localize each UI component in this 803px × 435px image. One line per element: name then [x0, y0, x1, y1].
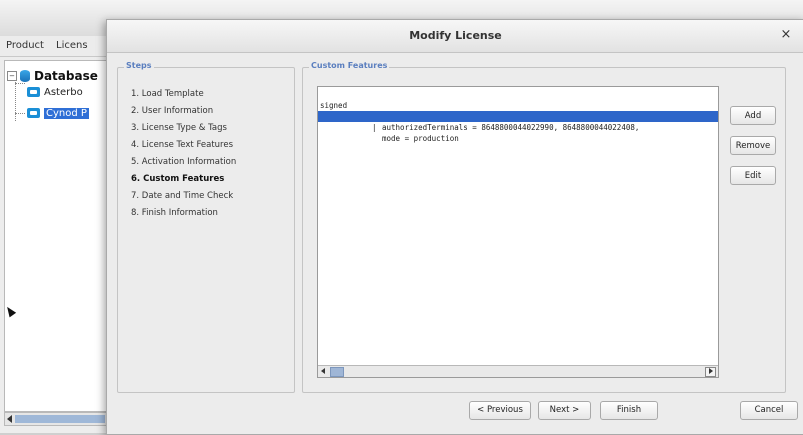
previous-button[interactable]: < Previous [469, 401, 531, 420]
edit-button[interactable]: Edit [730, 166, 776, 185]
steps-panel: Steps 1. Load Template 2. User Informati… [117, 61, 295, 393]
tree-node-asterbo[interactable]: Asterbo [27, 85, 83, 99]
step-item: 1. Load Template [131, 89, 204, 99]
step-item: 2. User Information [131, 106, 214, 116]
custom-features-panel: Custom Features signed | authorizedTermi… [302, 61, 786, 393]
tree-horizontal-scrollbar[interactable] [4, 412, 110, 426]
tree-connector [15, 113, 25, 114]
step-item: 8. Finish Information [131, 208, 218, 218]
cancel-button[interactable]: Cancel [740, 401, 798, 420]
step-item: 3. License Type & Tags [131, 123, 227, 133]
tree-node-label: Database [34, 69, 98, 83]
dialog-title: Modify License [409, 29, 502, 42]
tree-node-label: Cynod P [44, 107, 89, 119]
scroll-thumb[interactable] [330, 367, 344, 377]
license-tree[interactable]: − Database Asterbo Cynod P [4, 60, 110, 412]
database-icon [20, 70, 30, 82]
list-item-selected[interactable]: signed | nbTerm = 300 [318, 111, 718, 154]
scroll-thumb[interactable] [15, 415, 105, 423]
finish-button[interactable]: Finish [600, 401, 658, 420]
modify-license-dialog: Modify License × Steps 1. Load Template … [106, 19, 803, 435]
collapse-icon[interactable]: − [7, 71, 17, 81]
step-item: 4. License Text Features [131, 140, 233, 150]
menu-license[interactable]: Licens [56, 40, 88, 51]
list-item[interactable]: signed | mode = production [318, 100, 718, 143]
menu-product[interactable]: Product [6, 40, 44, 51]
scroll-right-icon[interactable] [709, 368, 713, 374]
dialog-titlebar[interactable]: Modify License × [107, 20, 803, 53]
feature-separator: | [372, 123, 377, 132]
step-item-active: 6. Custom Features [131, 174, 225, 184]
feature-value: authorizedTerminals = 8648800044022990, … [382, 123, 640, 132]
product-icon [27, 87, 40, 97]
feature-value: mode = production [382, 134, 459, 143]
list-item[interactable]: signed | authorizedTerminals = 864880004… [318, 89, 718, 132]
close-icon[interactable]: × [778, 27, 794, 43]
custom-features-list[interactable]: signed | authorizedTerminals = 864880004… [317, 86, 719, 378]
step-item: 7. Date and Time Check [131, 191, 234, 201]
next-button[interactable]: Next > [538, 401, 591, 420]
steps-legend: Steps [124, 61, 154, 70]
tree-node-database[interactable]: − Database [7, 69, 98, 83]
step-item: 5. Activation Information [131, 157, 237, 167]
tree-node-cynod[interactable]: Cynod P [27, 106, 89, 120]
feature-separator: | [372, 134, 377, 143]
list-horizontal-scrollbar[interactable] [318, 365, 718, 377]
add-button[interactable]: Add [730, 106, 776, 125]
feature-type: signed [320, 123, 348, 132]
remove-button[interactable]: Remove [730, 136, 776, 155]
product-icon [27, 108, 40, 118]
custom-features-legend: Custom Features [309, 61, 390, 70]
scroll-left-icon[interactable] [7, 415, 12, 423]
scroll-left-icon[interactable] [321, 368, 325, 374]
feature-value: nbTerm = 300 [382, 145, 437, 154]
tree-node-label: Asterbo [44, 86, 83, 98]
tree-connector [15, 83, 25, 84]
